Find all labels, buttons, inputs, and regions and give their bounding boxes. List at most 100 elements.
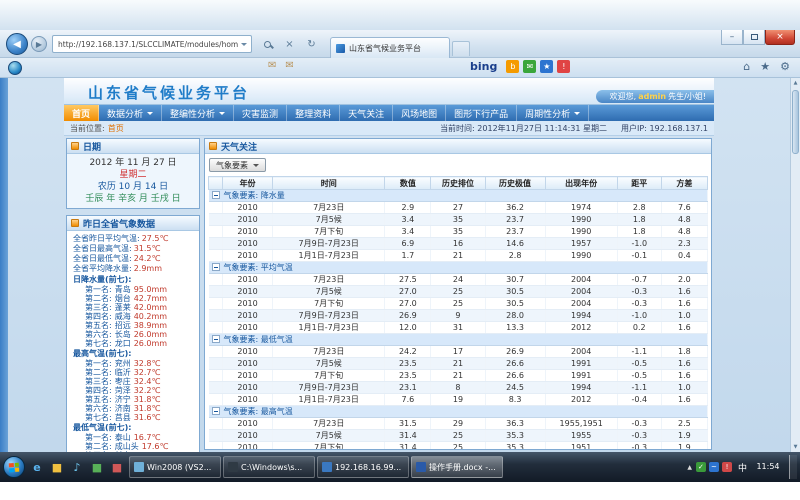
bing-toolbar: bing b ✉ ★! [470, 60, 570, 73]
cell-variance: 1.6 [661, 286, 707, 298]
cell-time: 7月23日 [273, 418, 385, 430]
taskbar-button-3[interactable]: 操作手册.docx -... [411, 456, 503, 478]
cell-anomaly: -0.3 [617, 286, 661, 298]
nav-item-0[interactable]: 首页 [64, 105, 99, 121]
column-header-6: 距平 [617, 177, 661, 190]
ranking-item: 第七名:莒县31.6℃ [73, 413, 197, 422]
collapse-icon[interactable] [212, 407, 220, 415]
favorites-button[interactable]: ★ [760, 60, 770, 73]
collapse-icon[interactable] [212, 263, 220, 271]
cell-time: 7月下旬 [273, 298, 385, 310]
row-expand-cell [209, 238, 223, 250]
chevron-down-icon[interactable] [241, 43, 247, 49]
media-player-icon[interactable]: ♪ [68, 457, 86, 477]
rank-label: 第六名: [85, 404, 112, 413]
new-tab-button[interactable] [452, 41, 470, 56]
close-button[interactable]: × [765, 30, 795, 45]
table-row: 20107月5候31.42535.31955-0.31.9 [209, 430, 708, 442]
maximize-button[interactable] [743, 30, 765, 45]
table-body: 气象要素: 降水量20107月23日2.92736.219742.87.6201… [209, 190, 708, 451]
network-icon[interactable]: ~ [709, 462, 719, 472]
nav-item-2[interactable]: 整编性分析 [162, 105, 234, 121]
station-name: 济南 [115, 404, 131, 413]
app-green-icon[interactable]: ■ [88, 457, 106, 477]
cell-history-extreme: 8.3 [485, 394, 545, 406]
minimize-button[interactable]: – [721, 30, 743, 45]
ranking-item: 第三名:蓬莱42.0mm [73, 303, 197, 312]
cell-anomaly: 1.8 [617, 214, 661, 226]
breadcrumb-value[interactable]: 首页 [108, 124, 124, 133]
nav-item-1[interactable]: 数据分析 [99, 105, 162, 121]
collapse-icon[interactable] [212, 335, 220, 343]
url-text[interactable]: http://192.168.137.1/SLCCLIMATE/modules/… [58, 40, 238, 49]
cell-year: 2010 [223, 346, 273, 358]
rank-label: 第四名: [85, 386, 112, 395]
element-filter-button[interactable]: 气象要素 [209, 158, 266, 172]
weather-panel-body: 全省昨日平均气温:27.5℃全省日最高气温:31.5℃全省日最低气温:24.2℃… [67, 231, 199, 452]
alert-tool-icon[interactable]: ! [557, 60, 570, 73]
start-button[interactable] [3, 456, 25, 478]
nav-item-5[interactable]: 天气关注 [340, 105, 393, 121]
table-head-row: 年份时间数值历史排位历史极值出现年份距平方差 [209, 177, 708, 190]
nav-item-7[interactable]: 图形下行产品 [446, 105, 517, 121]
ie-icon[interactable]: e [28, 457, 46, 477]
round-app-icon[interactable] [8, 61, 22, 75]
rank-label: 第二名: [85, 442, 112, 451]
favorites-tool-icon[interactable]: ★ [540, 60, 553, 73]
row-expand-cell [209, 250, 223, 262]
safety-icon[interactable]: ✓ [696, 462, 706, 472]
mail-icon[interactable]: ✉ [268, 60, 276, 71]
scroll-up-icon[interactable]: ▲ [791, 78, 800, 88]
browser-tab[interactable]: 山东省气候业务平台 [330, 37, 450, 58]
cell-history-rank: 25 [431, 298, 485, 310]
bing-search-icon[interactable]: b [506, 60, 519, 73]
language-indicator[interactable]: 中 [736, 461, 749, 474]
taskbar-button-2[interactable]: 192.168.16.99... [317, 456, 409, 478]
cell-history-rank: 35 [431, 214, 485, 226]
weather-focus-title: 天气关注 [221, 140, 257, 153]
app-red-icon[interactable]: ■ [108, 457, 126, 477]
cell-history-extreme: 26.6 [485, 358, 545, 370]
taskbar-button-1[interactable]: C:\Windows\s... [223, 456, 315, 478]
nav-item-label: 首页 [72, 107, 90, 120]
scrollbar-thumb[interactable] [792, 90, 799, 154]
nav-item-3[interactable]: 灾害监测 [234, 105, 287, 121]
alert-icon[interactable]: ! [722, 462, 732, 472]
table-row: 20101月1日-7月23日12.03113.320120.21.6 [209, 322, 708, 334]
explorer-icon[interactable]: ■ [48, 457, 66, 477]
vertical-scrollbar[interactable]: ▲ ▼ [790, 78, 800, 452]
rank-label: 第一名: [85, 285, 112, 294]
cell-value: 31.5 [385, 418, 431, 430]
scroll-down-icon[interactable]: ▼ [791, 442, 800, 452]
back-button[interactable]: ◀ [6, 33, 28, 55]
nav-item-8[interactable]: 周期性分析 [517, 105, 589, 121]
nav-item-4[interactable]: 整理资料 [287, 105, 340, 121]
cell-anomaly: 2.8 [617, 202, 661, 214]
stat-value: 24.2℃ [134, 254, 161, 263]
page-container: 山东省气候业务平台 欢迎您,admin先生/小姐! 首页数据分析整编性分析灾害监… [64, 78, 714, 452]
show-desktop-button[interactable] [789, 455, 797, 479]
taskbar-button-label: 192.168.16.99... [335, 463, 401, 472]
tools-button[interactable]: ⚙ [780, 60, 790, 73]
rank-value: 95.0mm [134, 285, 167, 294]
stop-button[interactable]: × [282, 36, 297, 52]
taskbar-clock[interactable]: 11:54 [753, 462, 783, 472]
nav-item-6[interactable]: 风场地图 [393, 105, 446, 121]
address-bar[interactable]: http://192.168.137.1/SLCCLIMATE/modules/… [52, 35, 252, 53]
weather-focus-icon [209, 142, 217, 150]
collapse-icon[interactable] [212, 191, 220, 199]
mail-tool-icon[interactable]: ✉ [523, 60, 536, 73]
search-icon[interactable] [260, 36, 275, 52]
mail-icon[interactable]: ✉ [285, 60, 293, 71]
ranking-title: 最高气温(前七): [73, 348, 197, 359]
tray-expand-icon[interactable]: ▲ [687, 464, 692, 471]
forward-button[interactable]: ▶ [31, 36, 47, 52]
home-button[interactable]: ⌂ [743, 60, 750, 73]
cell-year: 2010 [223, 370, 273, 382]
refresh-button[interactable]: ↻ [304, 36, 319, 52]
screen: ◀ ▶ http://192.168.137.1/SLCCLIMATE/modu… [0, 0, 800, 500]
cell-time: 7月9日-7月23日 [273, 382, 385, 394]
taskbar-button-0[interactable]: Win2008 (VS2... [129, 456, 221, 478]
stat-value: 27.5℃ [142, 234, 169, 243]
bing-logo[interactable]: bing [470, 60, 497, 73]
